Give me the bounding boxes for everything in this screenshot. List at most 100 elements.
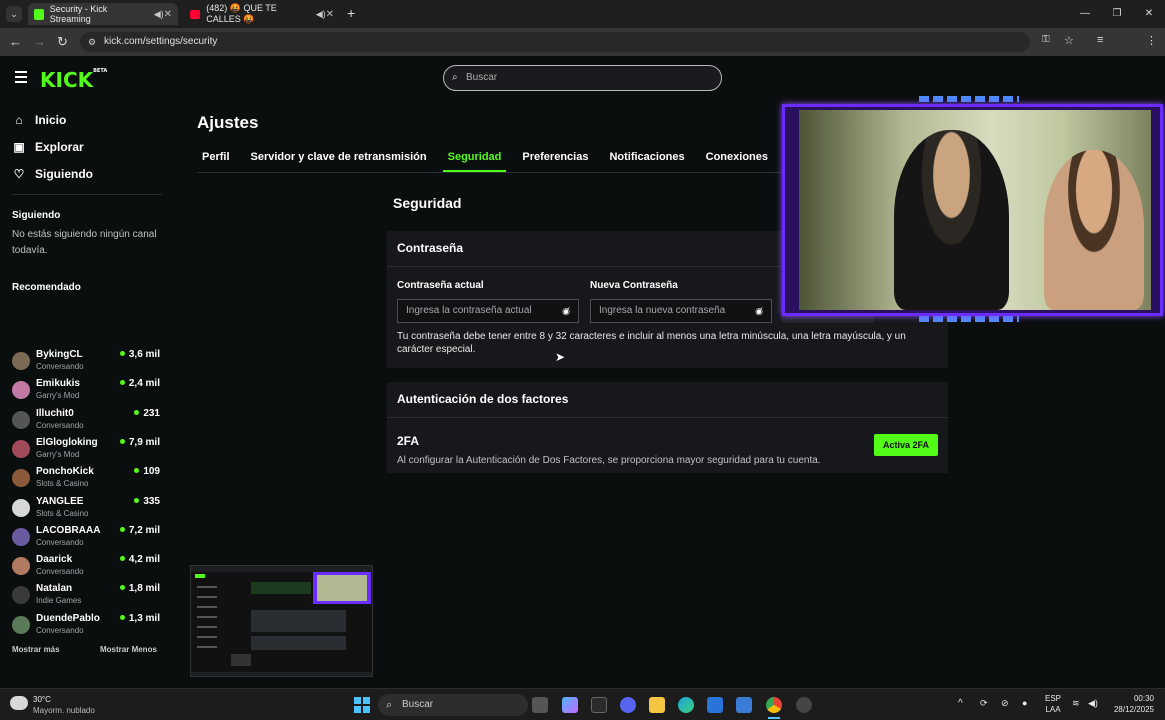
channel-avatar [12,615,30,634]
webcam-frame [782,104,1163,316]
language-indicator[interactable]: ESP LAA [1045,693,1061,715]
beta-badge: BETA [93,68,108,74]
speaker-icon[interactable]: ◀) [316,9,326,20]
search-placeholder: Buscar [466,72,498,83]
show-more-link[interactable]: Mostrar más [12,645,60,654]
recommended-channel[interactable]: Natalan Indie Games 1,8 mil [12,583,160,609]
maximize-icon[interactable]: ❐ [1101,0,1133,28]
close-tab-icon[interactable]: ✕ [164,9,172,20]
twofa-card: Autenticación de dos factores 2FA Al con… [387,382,948,473]
recommended-channel[interactable]: BykingCL Conversando 3,6 mil [12,349,160,375]
tab-kick-security[interactable]: Security - Kick Streaming ◀) ✕ [28,3,178,25]
tab-title: Security - Kick Streaming [49,4,108,24]
channel-name: Daarick [36,554,73,566]
close-tab-icon[interactable]: ✕ [326,9,334,20]
url-text: kick.com/settings/security [104,36,218,47]
channel-category: Conversando [36,567,84,577]
channel-category: Garry's Mod [36,449,80,459]
sync-icon[interactable]: ⟳ [980,698,988,709]
reading-list-icon[interactable]: ≡ [1097,34,1103,46]
streamer-person [894,130,1009,310]
search-input[interactable]: ⌕ Buscar [443,65,722,91]
tab-perfil[interactable]: Perfil [197,150,235,172]
eye-slash-icon[interactable]: ◉̸ [755,300,763,322]
channel-viewers: 335 [134,496,160,507]
new-password-input[interactable]: Ingresa la nueva contraseña ◉̸ [590,299,772,323]
channel-viewers: 7,2 mil [120,525,160,536]
file-explorer-icon[interactable] [649,697,665,713]
sidebar-divider [12,194,162,195]
taskbar-search-placeholder: Buscar [402,699,434,710]
kick-favicon-icon [34,8,44,20]
recommended-channel[interactable]: ElGlogloking Garry's Mod 7,9 mil [12,437,160,463]
chrome-icon[interactable] [766,697,782,713]
recommended-channel[interactable]: Emikukis Garry's Mod 2,4 mil [12,378,160,404]
recommended-channel[interactable]: YANGLEE Slots & Casino 335 [12,496,160,522]
minimize-icon[interactable]: — [1069,0,1101,28]
address-bar-row: ← → ↻ ⚙ kick.com/settings/security ⚿ ☆ ≡… [0,28,1165,76]
edge-icon[interactable] [678,697,694,713]
clock[interactable]: 00:30 28/12/2025 [1110,693,1154,715]
tab-conexiones[interactable]: Conexiones [701,150,773,172]
channel-avatar [12,527,30,546]
current-password-input[interactable]: Ingresa la contraseña actual ◉̸ [397,299,579,323]
kick-logo[interactable]: KICKBETA [40,68,107,92]
recommended-channel[interactable]: LACOBRAAA Conversando 7,2 mil [12,525,160,551]
microphone-icon[interactable]: ● [1022,698,1027,709]
windows-start-icon[interactable] [354,697,370,713]
tab-youtube[interactable]: (482) 🤬 QUE TE CALLES 🤬 ◀) ✕ [184,3,340,25]
site-info-icon[interactable]: ⚙ [88,32,96,52]
taskbar-search[interactable]: ⌕ Buscar [378,694,528,716]
volume-icon[interactable]: ◀) [1088,698,1098,709]
outlook-icon[interactable] [736,697,752,713]
channel-viewers: 231 [134,408,160,419]
twofa-description: Al configurar la Autenticación de Dos Fa… [397,455,821,466]
reload-icon[interactable]: ↻ [57,34,68,50]
channel-name: Natalan [36,583,73,595]
bookmark-star-icon[interactable]: ☆ [1064,34,1074,47]
weather-widget[interactable]: 30°C Mayorm. nublado [33,694,95,716]
microsoft-store-icon[interactable] [707,697,723,713]
recommended-channel[interactable]: Daarick Conversando 4,2 mil [12,554,160,580]
epic-games-icon[interactable] [591,697,607,713]
tray-overflow-icon[interactable]: ^ [958,698,963,709]
webcam-overlay [779,92,1165,326]
sidebar-item-inicio[interactable]: ⌂ Inicio [12,113,66,127]
tab-seguridad[interactable]: Seguridad [442,150,507,172]
recommended-channel[interactable]: DuendePablo Conversando 1,3 mil [12,613,160,639]
sidebar-item-explorar[interactable]: ▣ Explorar [12,140,83,154]
recommended-channel[interactable]: Illuchit0 Conversando 231 [12,408,160,434]
following-empty-text: No estás siguiendo ningún canal todavía. [12,229,157,256]
new-tab-icon[interactable]: + [347,5,355,21]
copilot-icon[interactable] [562,697,578,713]
recommended-channel[interactable]: PonchoKick Slots & Casino 109 [12,466,160,492]
new-password-label: Nueva Contraseña [590,280,678,291]
tab-list-icon[interactable]: ⌄ [6,6,22,22]
sidebar-item-siguiendo[interactable]: ♡ Siguiendo [12,167,93,181]
hamburger-menu-icon[interactable] [15,71,27,86]
channel-name: BykingCL [36,349,83,360]
active-app-indicator [768,717,780,719]
discord-icon[interactable] [620,697,636,713]
page-title: Ajustes [197,113,259,132]
network-off-icon[interactable]: ⊘ [1001,698,1009,709]
obs-icon[interactable] [796,697,812,713]
channel-category: Conversando [36,537,84,547]
home-icon: ⌂ [15,113,23,127]
activate-2fa-button[interactable]: Activa 2FA [874,434,938,456]
speaker-icon[interactable]: ◀) [154,9,164,20]
password-key-icon[interactable]: ⚿ [1042,34,1050,45]
close-window-icon[interactable]: ✕ [1133,0,1165,28]
task-view-icon[interactable] [532,697,548,713]
browser-menu-icon[interactable]: ⋮ [1146,34,1157,47]
wifi-icon[interactable]: ≋ [1072,698,1080,709]
tab-notificaciones[interactable]: Notificaciones [604,150,689,172]
tab-servidor[interactable]: Servidor y clave de retransmisión [246,150,432,172]
url-field[interactable]: ⚙ kick.com/settings/security [80,32,1030,52]
compass-icon: ▣ [13,140,25,154]
forward-icon[interactable]: → [33,34,46,49]
eye-slash-icon[interactable]: ◉̸ [562,300,570,322]
back-icon[interactable]: ← [9,34,22,49]
show-less-link[interactable]: Mostrar Menos [100,645,157,654]
tab-preferencias[interactable]: Preferencias [517,150,593,172]
